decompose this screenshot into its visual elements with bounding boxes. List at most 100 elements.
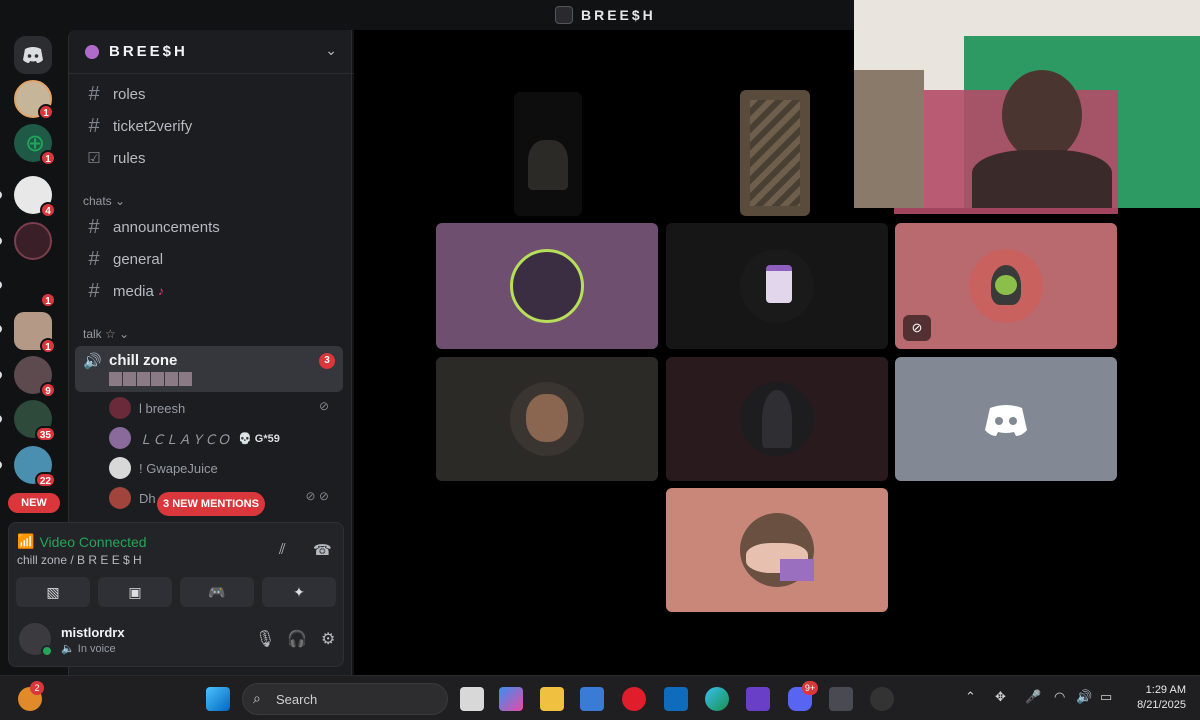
camera-app-icon[interactable] (829, 687, 853, 711)
guild-header[interactable]: BREE$H ⌄ (69, 30, 353, 74)
volume-icon[interactable]: 🔊 (1076, 689, 1092, 705)
category-label: talk ☆ (83, 327, 116, 341)
microphone-icon[interactable]: 🎙 (255, 629, 275, 649)
windows-start-icon[interactable] (206, 687, 230, 711)
video-feed[interactable] (514, 92, 582, 216)
voice-user[interactable]: l breesh ⊘ (109, 395, 339, 421)
camera-off-button[interactable]: ▧ (16, 577, 90, 607)
channel-label: media (113, 282, 154, 300)
outlook-icon[interactable] (664, 687, 688, 711)
speaker-icon: 🔊 (83, 353, 102, 370)
microphone-tray-icon[interactable]: 🎤 (1025, 689, 1041, 705)
soundboard-button[interactable]: ✦ (262, 577, 336, 607)
server-badge: 22 (34, 472, 56, 488)
voice-channel-label: chill zone (109, 352, 178, 369)
voice-user-name: ! GwapeJuice (139, 460, 218, 476)
hash-icon: # (88, 247, 100, 270)
wifi-icon[interactable]: ◠ (1054, 689, 1065, 705)
add-server-button[interactable]: ⊕ 1 (14, 124, 56, 166)
category-talk[interactable]: talk ☆ ⌄ (83, 327, 129, 341)
category-label: chats (83, 194, 112, 208)
activities-button[interactable]: 🎮 (180, 577, 254, 607)
search-icon: ⌕ (253, 690, 261, 706)
discord-taskbar-icon[interactable]: 9+ (788, 681, 818, 711)
server-icon-3[interactable] (14, 222, 52, 260)
voice-user[interactable]: ! GwapeJuice (109, 455, 339, 481)
channel-general[interactable]: # general (79, 244, 343, 274)
channel-label: ticket2verify (113, 117, 193, 135)
server-icon-2[interactable]: 4 (14, 176, 56, 218)
file-explorer-icon[interactable] (540, 687, 564, 711)
noise-suppression-icon[interactable]: ⫽ (279, 541, 286, 558)
microsoft-store-icon[interactable] (580, 687, 604, 711)
voice-user[interactable]: ＬＣＬＡＹＣＯ 💀 G*59 (109, 425, 339, 451)
hash-icon: # (88, 82, 100, 105)
username[interactable]: mistlordrx (61, 625, 125, 640)
task-view-icon[interactable] (460, 687, 484, 711)
video-stage: ⊘ (354, 0, 1200, 675)
server-icon-6[interactable]: 9 (14, 356, 56, 398)
direct-messages-button[interactable] (14, 36, 52, 74)
voice-channel-chill-zone[interactable]: 🔊 chill zone 3 (75, 346, 343, 392)
copilot-icon[interactable] (499, 687, 523, 711)
avatar (109, 487, 131, 509)
hash-icon: # (88, 114, 100, 137)
server-icon-8[interactable]: 22 (14, 446, 56, 488)
participant-tile[interactable] (436, 357, 658, 481)
channel-media[interactable]: # media ♪ (79, 276, 343, 306)
camera-off-icon: ▧ (46, 584, 60, 600)
settings-gear-icon[interactable]: ⚙ (321, 629, 335, 649)
search-label: Search (276, 692, 318, 707)
tray-overflow-icon[interactable]: ⌃ (965, 689, 976, 705)
server-badge: 1 (40, 150, 56, 166)
channel-rules[interactable]: ☑ rules (79, 143, 343, 173)
weather-widget-icon[interactable]: 2 (18, 681, 44, 711)
participant-avatar-row (109, 372, 192, 386)
system-clock[interactable]: 1:29 AM 8/21/2025 (1137, 683, 1186, 713)
disconnect-icon[interactable]: ☎ (313, 541, 332, 559)
participant-tile[interactable] (895, 357, 1117, 481)
participant-tile[interactable] (666, 223, 888, 349)
avatar (510, 382, 584, 456)
channel-announcements[interactable]: # announcements (79, 212, 343, 242)
clipchamp-icon[interactable] (746, 687, 770, 711)
participant-tile[interactable] (436, 223, 658, 349)
gamepad-icon: 🎮 (208, 584, 226, 600)
new-unreads-pill[interactable]: NEW (8, 493, 60, 513)
participant-tile[interactable]: ⊘ (895, 223, 1117, 349)
server-icon-7[interactable]: 35 (14, 400, 56, 442)
server-icon-1[interactable]: 1 (14, 80, 54, 120)
participant-tile[interactable] (666, 357, 888, 481)
weather-badge: 2 (30, 681, 44, 695)
media-emoji-icon: ♪ (157, 284, 164, 298)
new-mentions-pill[interactable]: 3 NEW MENTIONS (157, 492, 265, 516)
voice-channel-badge: 3 (319, 353, 335, 369)
chevron-down-icon: ⌄ (115, 194, 126, 208)
edge-icon[interactable] (705, 687, 729, 711)
opera-icon[interactable] (622, 687, 646, 711)
self-camera-preview[interactable] (854, 0, 1200, 214)
video-feed[interactable] (740, 90, 810, 216)
user-panel: mistlordrx 🔈 In voice 🎙 🎧 ⚙ (19, 621, 339, 661)
connection-status-text: Video Connected (39, 533, 147, 550)
headphones-icon[interactable]: 🎧 (287, 629, 307, 649)
server-badge: 1 (40, 338, 56, 354)
online-status-dot (41, 645, 53, 657)
dropbox-tray-icon[interactable]: ✥ (995, 689, 1006, 705)
github-desktop-icon[interactable] (870, 687, 894, 711)
channel-ticket2verify[interactable]: # ticket2verify (79, 111, 343, 141)
taskbar-search[interactable]: ⌕ Search (242, 683, 448, 715)
connection-location[interactable]: chill zone / B R E E $ H (17, 553, 142, 567)
guild-name: BREE$H (109, 43, 188, 60)
participant-tile[interactable] (666, 488, 888, 612)
category-chats[interactable]: chats ⌄ (83, 194, 125, 208)
channel-roles[interactable]: # roles (79, 79, 343, 109)
server-icon-5[interactable]: 1 (14, 312, 56, 354)
server-icon-4[interactable]: 1 (14, 266, 56, 308)
battery-icon[interactable]: ▭ (1100, 689, 1112, 705)
share-screen-button[interactable]: ▣ (98, 577, 172, 607)
voice-user-tag: 💀 G*59 (238, 432, 280, 445)
windows-taskbar: 2 ⌕ Search 9+ ⌃ ✥ 🎤 ◠ 🔊 ▭ 1:29 AM 8/21/2… (0, 675, 1200, 720)
voice-connection-panel: 📶 Video Connected chill zone / B R E E $… (8, 522, 344, 667)
mic-deafened-icon: ⊘ ⊘ (305, 489, 329, 503)
